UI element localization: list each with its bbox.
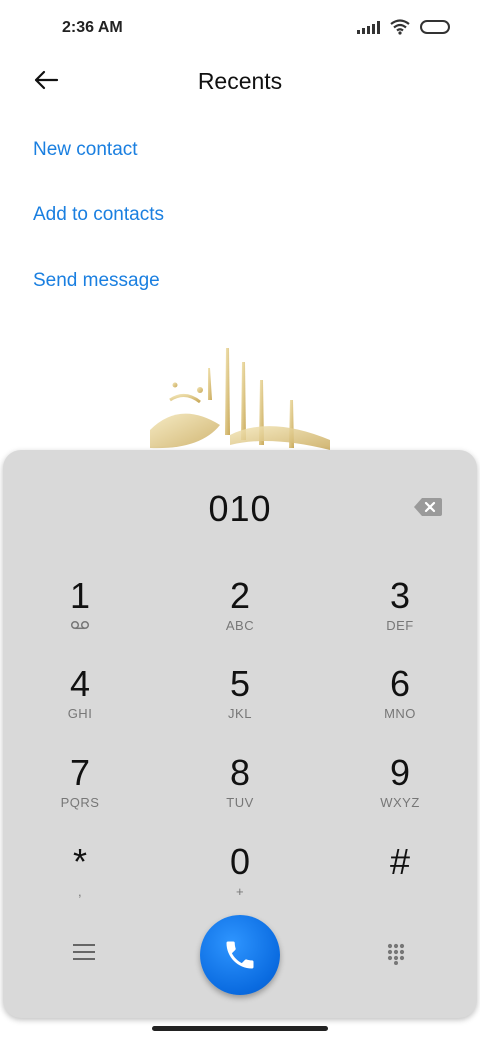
- dialpad-panel: 010 1 2 ABC 3 DEF 4 GHI 5 JKL 6 MNO 7 PQ…: [3, 450, 477, 1018]
- key-7[interactable]: 7 PQRS: [20, 753, 140, 833]
- key-digit: 3: [389, 575, 411, 616]
- key-letters: TUV: [226, 795, 254, 810]
- key-letters: PQRS: [60, 795, 100, 810]
- key-letters: JKL: [228, 706, 252, 721]
- key-letters: DEF: [386, 618, 414, 633]
- key-6[interactable]: 6 MNO: [340, 664, 460, 744]
- menu-icon[interactable]: [73, 944, 95, 964]
- key-letters: GHI: [67, 706, 93, 721]
- status-icons: [357, 19, 450, 35]
- home-indicator[interactable]: [152, 1026, 328, 1031]
- key-digit: 6: [389, 663, 411, 704]
- status-time: 2:36 AM: [62, 19, 123, 36]
- send-message-link[interactable]: Send message: [33, 270, 160, 292]
- key-digit: 7: [69, 752, 91, 793]
- key-8[interactable]: 8 TUV: [180, 753, 300, 833]
- key-3[interactable]: 3 DEF: [340, 576, 460, 656]
- backspace-icon[interactable]: [413, 497, 443, 517]
- key-digit: 4: [69, 663, 91, 704]
- voicemail-icon: [20, 618, 140, 633]
- key-9[interactable]: 9 WXYZ: [340, 753, 460, 833]
- call-button[interactable]: [200, 915, 280, 995]
- key-hash[interactable]: #: [340, 842, 460, 922]
- key-5[interactable]: 5 JKL: [180, 664, 300, 744]
- key-2[interactable]: 2 ABC: [180, 576, 300, 656]
- key-digit: 8: [229, 752, 251, 793]
- key-digit: 0: [229, 841, 251, 882]
- calligraphy-wallpaper-image: [150, 348, 330, 450]
- key-0[interactable]: 0 +: [180, 842, 300, 922]
- key-digit: 5: [229, 663, 251, 704]
- page-title: Recents: [197, 68, 283, 94]
- key-digit: 2: [229, 575, 251, 616]
- new-contact-link[interactable]: New contact: [33, 139, 138, 161]
- keypad-icon[interactable]: [386, 943, 406, 965]
- key-letters: ABC: [225, 618, 255, 633]
- dialpad-bottom-row: [3, 912, 477, 1002]
- key-letters: ,: [77, 884, 83, 899]
- key-digit: 1: [69, 575, 91, 616]
- signal-icon: [357, 20, 380, 34]
- key-letters: +: [235, 884, 245, 899]
- status-bar: 2:36 AM: [0, 0, 480, 56]
- key-letters: WXYZ: [380, 795, 420, 810]
- battery-icon: [420, 20, 450, 34]
- key-4[interactable]: 4 GHI: [20, 664, 140, 744]
- key-digit: 9: [389, 752, 411, 793]
- key-letters: MNO: [384, 706, 416, 721]
- key-digit: #: [389, 841, 411, 882]
- key-digit: *: [72, 841, 87, 882]
- wifi-icon: [390, 19, 410, 35]
- dialed-number: 010: [208, 488, 272, 529]
- add-to-contacts-link[interactable]: Add to contacts: [33, 204, 164, 226]
- key-1[interactable]: 1: [20, 576, 140, 656]
- key-star[interactable]: * ,: [20, 842, 140, 922]
- phone-icon: [226, 941, 254, 969]
